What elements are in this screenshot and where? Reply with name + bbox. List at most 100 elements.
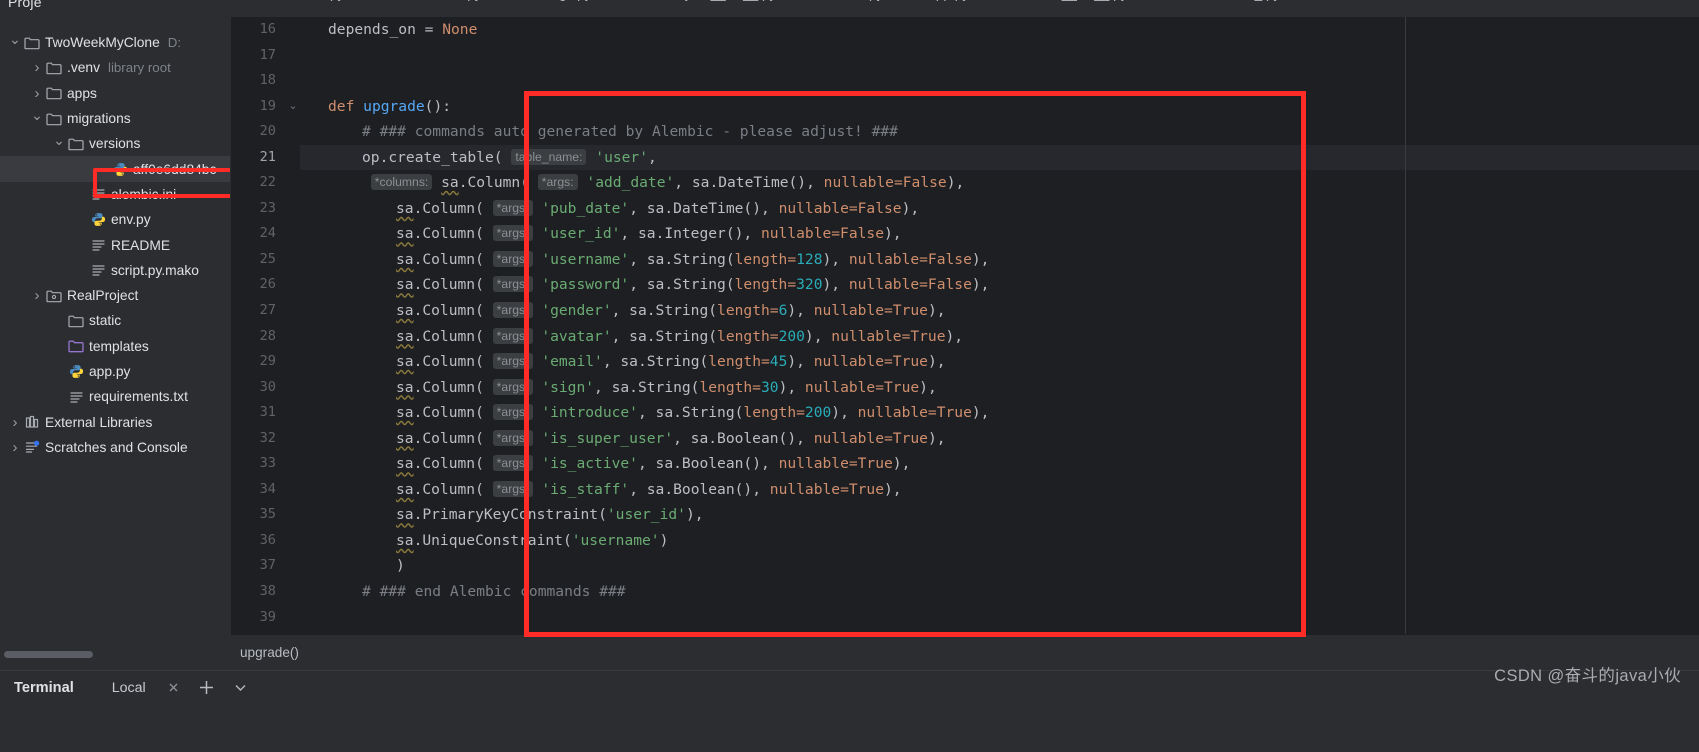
code-content[interactable]: depends_on = None def upgrade(): # ### co… bbox=[300, 17, 1699, 634]
tree-item-app-py[interactable]: app.py bbox=[0, 359, 230, 384]
chevron-right-icon[interactable] bbox=[30, 288, 44, 303]
tree-item-external-libraries[interactable]: External Libraries bbox=[0, 409, 230, 434]
code-line[interactable]: sa.Column( *args: 'sign', sa.String(leng… bbox=[300, 375, 1699, 401]
project-tree[interactable]: TwoWeekMyClone D: .venv library root apps mig… bbox=[0, 30, 230, 460]
code-line[interactable]: sa.Column( *args: 'email', sa.String(len… bbox=[300, 349, 1699, 375]
chevron-down-icon[interactable] bbox=[30, 111, 44, 126]
editor-tab[interactable]: models\auth.py bbox=[358, 0, 495, 8]
editor-tab[interactable]: views\auth.py bbox=[231, 0, 358, 8]
line-number: 37 bbox=[259, 557, 276, 574]
code-line[interactable]: def upgrade(): bbox=[300, 94, 1699, 120]
code-line[interactable] bbox=[300, 43, 1699, 69]
fold-arrow-icon[interactable]: ⌄ bbox=[286, 94, 300, 120]
tree-item-migrations[interactable]: migrations bbox=[0, 106, 230, 131]
editor-tab[interactable]: aff0e6dd84bc_.py bbox=[1142, 0, 1295, 8]
code-line[interactable]: sa.PrimaryKeyConstraint('user_id'), bbox=[300, 502, 1699, 528]
tree-item-readme[interactable]: README bbox=[0, 232, 230, 257]
tree-item-label: versions bbox=[89, 136, 141, 152]
tree-item-twoweekmyclone[interactable]: TwoWeekMyClone D: bbox=[0, 30, 230, 55]
editor-split-separator bbox=[1405, 17, 1406, 634]
tree-item-label: script.py.mako bbox=[111, 262, 199, 278]
code-token: 'gender' bbox=[541, 302, 612, 320]
tree-item-env-py[interactable]: env.py bbox=[0, 207, 230, 232]
code-line[interactable]: # ### end Alembic commands ### bbox=[300, 579, 1699, 605]
folder-icon bbox=[22, 36, 42, 50]
tree-item-scratches-and-console[interactable]: Scratches and Console bbox=[0, 435, 230, 460]
code-token: ), bbox=[927, 429, 946, 447]
text-file-icon bbox=[66, 390, 86, 404]
code-token: ), bbox=[919, 378, 937, 396]
code-token: , sa.String( bbox=[629, 276, 735, 294]
code-line[interactable]: sa.Column( *args: 'pub_date', sa.DateTim… bbox=[300, 196, 1699, 222]
code-line[interactable]: depends_on = None bbox=[300, 17, 1699, 43]
tree-item-script-py-mako[interactable]: script.py.mako bbox=[0, 258, 230, 283]
code-line[interactable]: # ### commands auto generated by Alembic… bbox=[300, 119, 1699, 145]
chevron-down-icon[interactable] bbox=[52, 136, 66, 151]
editor-tab-bar[interactable]: views\auth.py models\auth.py settings.py Re… bbox=[231, 0, 1699, 17]
editor-tab[interactable]: models.py bbox=[790, 0, 897, 8]
editor-tab[interactable]: RealProject\__init__.py bbox=[606, 0, 791, 8]
chevron-right-icon[interactable] bbox=[8, 415, 22, 430]
code-fold-gutter[interactable]: ⌄ bbox=[286, 17, 300, 634]
code-line[interactable]: sa.Column( *args: 'introduce', sa.String… bbox=[300, 400, 1699, 426]
code-line[interactable]: sa.Column( *args: 'user_id', sa.Integer(… bbox=[300, 221, 1699, 247]
code-line[interactable] bbox=[300, 68, 1699, 94]
breadcrumb[interactable]: upgrade() bbox=[231, 634, 1699, 670]
code-token: sa bbox=[441, 174, 459, 192]
terminal-session-tab-local[interactable]: Local bbox=[112, 680, 146, 696]
tree-item-templates[interactable]: templates bbox=[0, 334, 230, 359]
editor-tab[interactable]: models\__init__.py bbox=[983, 0, 1141, 8]
tree-item-label: README bbox=[111, 237, 171, 253]
tree-item-realproject[interactable]: RealProject bbox=[0, 283, 230, 308]
chevron-down-icon[interactable] bbox=[233, 680, 248, 695]
code-line[interactable]: sa.Column( *args: 'username', sa.String(… bbox=[300, 247, 1699, 273]
library-icon bbox=[22, 415, 42, 429]
line-number: 18 bbox=[259, 72, 276, 89]
code-line[interactable]: sa.Column( *args: 'password', sa.String(… bbox=[300, 272, 1699, 298]
chevron-right-icon[interactable] bbox=[30, 86, 44, 101]
chevron-right-icon[interactable] bbox=[30, 60, 44, 75]
tree-item-aff0e6dd84bc[interactable]: aff0e6dd84bc bbox=[0, 156, 230, 182]
tree-item-versions[interactable]: versions bbox=[0, 131, 230, 156]
code-line[interactable]: sa.UniqueConstraint('username') bbox=[300, 528, 1699, 554]
code-token: ), bbox=[971, 276, 990, 294]
terminal-toolbar: Terminal Local bbox=[0, 670, 1699, 752]
tree-item-apps[interactable]: apps bbox=[0, 81, 230, 106]
code-line[interactable]: op.create_table( table_name: 'user', bbox=[300, 144, 1699, 171]
code-line[interactable] bbox=[300, 605, 1699, 631]
close-icon[interactable] bbox=[167, 681, 180, 694]
code-line[interactable]: *columns: sa.Column( *args: 'add_date', … bbox=[300, 170, 1699, 196]
editor-tab[interactable]: app.py bbox=[897, 0, 983, 8]
code-token: , sa.String( bbox=[611, 302, 718, 320]
code-line[interactable]: ) bbox=[300, 553, 1699, 579]
code-token: sa bbox=[396, 378, 414, 396]
breadcrumb-item-upgrade[interactable]: upgrade() bbox=[240, 645, 299, 660]
code-line[interactable]: sa.Column( *args: 'is_super_user', sa.Bo… bbox=[300, 426, 1699, 452]
tree-item-label: migrations bbox=[67, 111, 131, 127]
sidebar-horizontal-scrollbar[interactable] bbox=[4, 651, 93, 658]
line-number: 22 bbox=[259, 174, 276, 191]
code-token: 30 bbox=[760, 378, 779, 396]
editor-tab[interactable]: settings.py bbox=[496, 0, 606, 8]
tree-item-venv[interactable]: .venv library root bbox=[0, 55, 230, 80]
tree-item-alembic-ini[interactable]: alembic.ini bbox=[0, 182, 230, 207]
code-line[interactable]: sa.Column( *args: 'avatar', sa.String(le… bbox=[300, 324, 1699, 350]
code-line[interactable]: sa.Column( *args: 'gender', sa.String(le… bbox=[300, 298, 1699, 324]
chevron-down-icon[interactable] bbox=[8, 35, 22, 50]
code-line[interactable]: sa.Column( *args: 'is_active', sa.Boolea… bbox=[300, 451, 1699, 477]
code-token: 'username' bbox=[571, 531, 660, 549]
code-token: nullable=True bbox=[813, 302, 928, 320]
code-line[interactable]: sa.Column( *args: 'is_staff', sa.Boolean… bbox=[300, 477, 1699, 503]
tree-item-static[interactable]: static bbox=[0, 308, 230, 333]
code-token: .Column( bbox=[413, 276, 484, 294]
tree-item-requirements-txt[interactable]: requirements.txt bbox=[0, 384, 230, 409]
editor-tab-label: settings.py bbox=[527, 0, 592, 1]
code-token: # ### end Alembic commands ### bbox=[362, 583, 626, 601]
terminal-tool-window-label[interactable]: Terminal bbox=[14, 680, 74, 696]
plus-icon[interactable] bbox=[198, 679, 215, 696]
chevron-right-icon[interactable] bbox=[8, 440, 22, 455]
